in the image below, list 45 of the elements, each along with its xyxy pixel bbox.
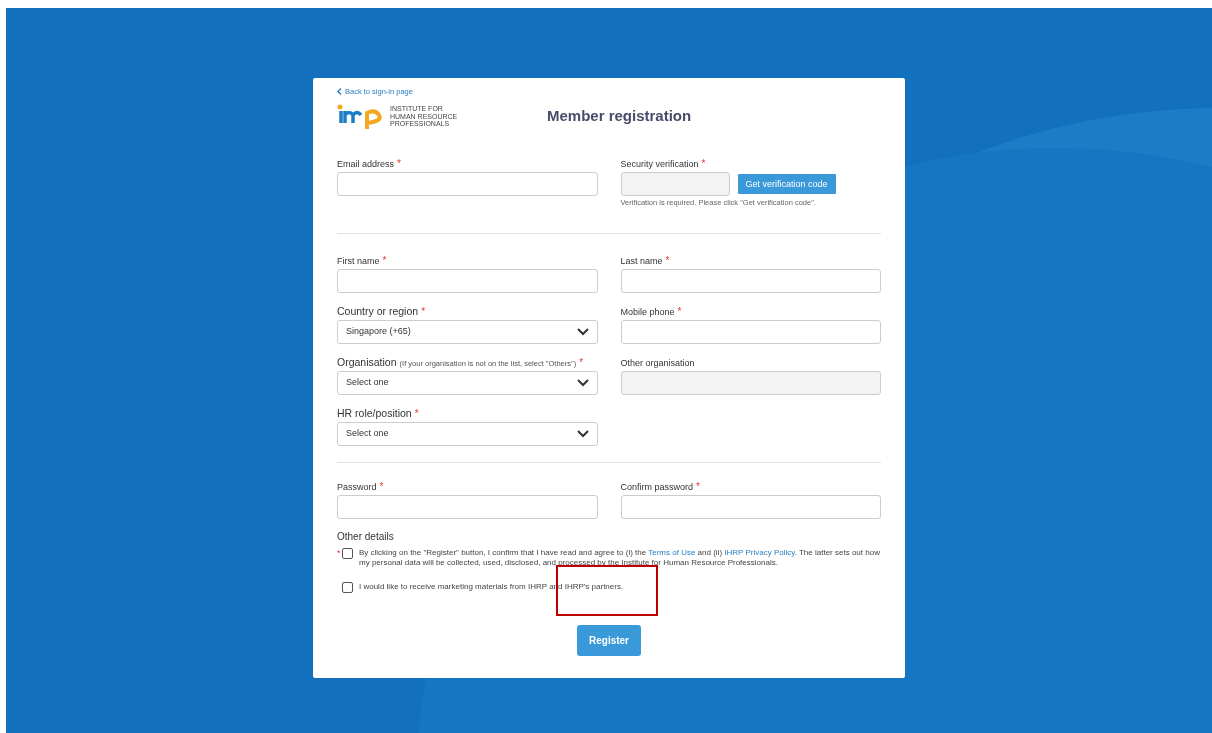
required-asterisk: * <box>337 547 341 558</box>
register-button[interactable]: Register <box>577 624 641 656</box>
required-asterisk: * <box>397 159 401 170</box>
required-asterisk: * <box>677 306 682 317</box>
select-field[interactable]: Select one <box>337 370 598 395</box>
checkbox[interactable] <box>342 581 353 593</box>
select-field[interactable]: Select one <box>337 421 598 446</box>
input-field[interactable] <box>337 172 598 197</box>
input-field[interactable] <box>337 494 598 519</box>
required-asterisk: * <box>701 159 706 170</box>
field-label: Organisation <box>337 356 397 368</box>
required-asterisk: * <box>421 306 426 317</box>
field-label: Mobile phone <box>620 306 675 317</box>
required-asterisk: * <box>414 408 419 419</box>
input-field[interactable] <box>620 494 881 519</box>
field-label: Email address <box>337 159 395 170</box>
page-title: Member registration <box>547 106 692 126</box>
section-heading: Other details <box>337 529 395 544</box>
field-label: Security verification <box>620 159 699 170</box>
input-field[interactable] <box>337 268 598 293</box>
chevron-down-icon <box>576 327 589 336</box>
field-label: Country or region <box>337 305 419 317</box>
field-label: Confirm password <box>620 481 694 492</box>
get-code-button[interactable]: Get verification code <box>737 174 836 195</box>
field-label: HR role/position <box>337 407 412 419</box>
input-field[interactable] <box>620 268 881 293</box>
required-asterisk: * <box>665 255 670 266</box>
field-label: Last name <box>620 255 663 266</box>
select-field[interactable]: Singapore (+65) <box>337 319 598 344</box>
field-label: Other organisation <box>620 357 695 368</box>
checkbox[interactable] <box>342 547 353 559</box>
field-label: First name <box>337 255 380 266</box>
policy-link[interactable]: Terms of Use <box>648 547 696 557</box>
verification-code-field[interactable] <box>620 172 730 197</box>
chevron-left-icon <box>337 88 342 96</box>
input-field[interactable] <box>620 319 881 344</box>
required-asterisk: * <box>379 481 384 492</box>
required-asterisk: * <box>579 357 584 368</box>
policy-link[interactable]: IHRP Privacy Policy <box>724 547 795 557</box>
chevron-down-icon <box>576 378 589 387</box>
required-asterisk: * <box>382 255 387 266</box>
field-label: Password <box>337 481 377 492</box>
chevron-down-icon <box>576 429 589 438</box>
required-asterisk: * <box>696 481 700 492</box>
logo-icon <box>337 103 385 130</box>
